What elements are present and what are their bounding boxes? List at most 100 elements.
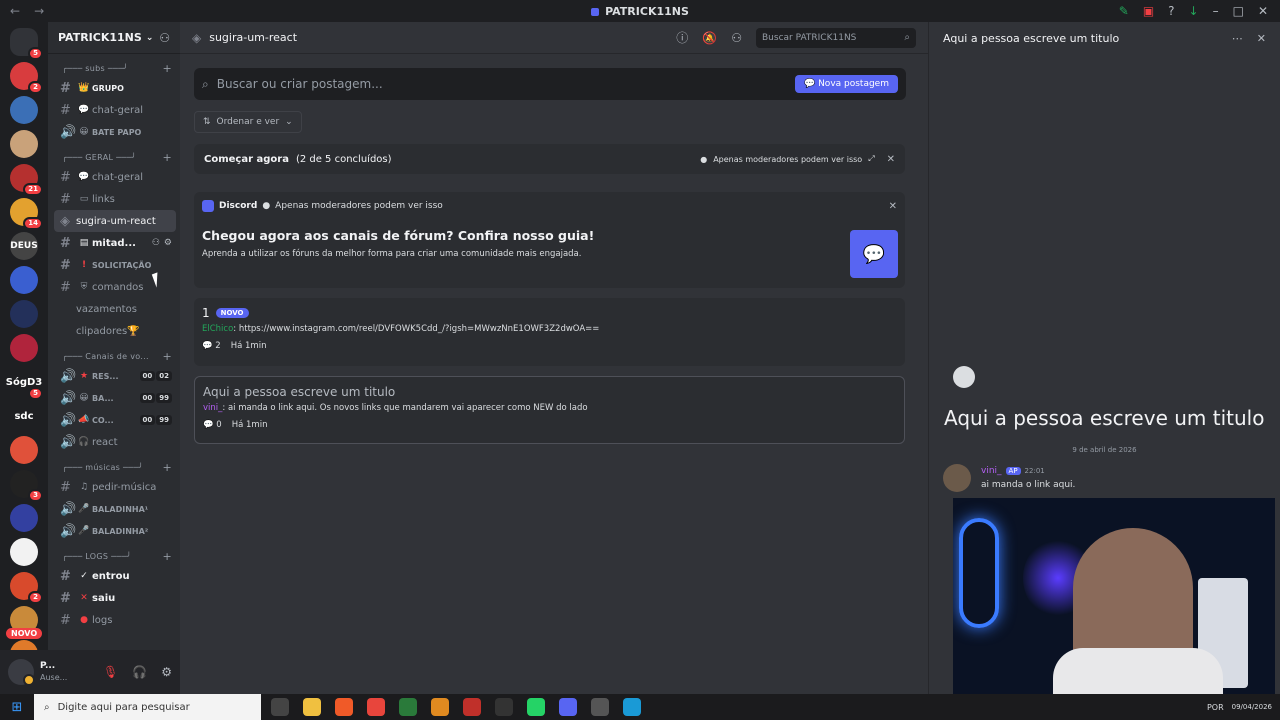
- settings-icon[interactable]: [591, 698, 609, 716]
- channel-entrou[interactable]: # ✓ entrou: [54, 565, 176, 587]
- plus-icon[interactable]: +: [162, 151, 172, 164]
- server-icon[interactable]: 14: [10, 198, 43, 230]
- channel-mitad[interactable]: # ▤ mitad... ⚇ ⚙: [54, 232, 176, 254]
- voice-baladinha-2[interactable]: 🔊 🎤 BALADINHA²: [54, 520, 176, 542]
- close-icon[interactable]: ✕: [889, 201, 897, 212]
- server-icon[interactable]: [10, 504, 38, 532]
- forward-icon[interactable]: →: [34, 4, 44, 18]
- maximize-icon[interactable]: □: [1233, 4, 1244, 18]
- windows-start-icon[interactable]: ⊞: [0, 700, 34, 715]
- clock[interactable]: 09/04/2026: [1232, 702, 1272, 712]
- gear-icon[interactable]: ⚙: [164, 238, 172, 248]
- help-icon[interactable]: ?: [1168, 4, 1174, 18]
- post-card[interactable]: 1 NOVO ElChico: https://www.instagram.com…: [194, 298, 905, 366]
- close-icon[interactable]: ✕: [887, 154, 895, 165]
- channel-chat-geral-2[interactable]: # 💬 chat-geral: [54, 166, 176, 188]
- server-icon[interactable]: sdc: [10, 402, 38, 430]
- avatar[interactable]: [943, 464, 971, 492]
- settings-icon[interactable]: ⚙: [161, 665, 172, 679]
- back-icon[interactable]: ←: [10, 4, 20, 18]
- folder-icon[interactable]: [303, 698, 321, 716]
- channel-grupo[interactable]: # 👑 GRUPO: [54, 77, 176, 99]
- author-name[interactable]: vini_: [981, 466, 1002, 476]
- category-logs[interactable]: ╭─── LOGS ───╯ +: [48, 547, 180, 565]
- server-icon[interactable]: [10, 266, 38, 294]
- more-icon[interactable]: ⋯: [1232, 32, 1243, 45]
- minimize-icon[interactable]: –: [1213, 4, 1219, 18]
- post-card[interactable]: Aqui a pessoa escreve um titulo vini_: a…: [194, 376, 905, 444]
- user-names[interactable]: P... Ause...: [40, 660, 67, 684]
- category-musicas[interactable]: ╭─── músicas ───╯ +: [48, 458, 180, 476]
- channel-sugira-um-react[interactable]: ◈ sugira-um-react: [54, 210, 176, 232]
- deafen-icon[interactable]: 🎧: [132, 665, 147, 679]
- server-icon[interactable]: 3: [10, 470, 43, 502]
- add-user-icon[interactable]: ⚇: [159, 31, 170, 45]
- voice-bate-papo[interactable]: 🔊 😀 BATE PAPO: [54, 121, 176, 143]
- chrome-icon[interactable]: [367, 698, 385, 716]
- close-window-icon[interactable]: ✕: [1258, 4, 1268, 18]
- inbox-icon[interactable]: ▣: [1143, 4, 1154, 18]
- brave-icon[interactable]: [335, 698, 353, 716]
- info-icon[interactable]: ⓘ: [676, 29, 688, 46]
- edge-icon[interactable]: [623, 698, 641, 716]
- server-icon[interactable]: [10, 538, 38, 566]
- task-view-icon[interactable]: [271, 698, 289, 716]
- forum-search-input[interactable]: ⌕ Buscar ou criar postagem... 💬 Nova pos…: [194, 68, 906, 100]
- server-icon[interactable]: SógD3 5: [6, 368, 43, 400]
- server-icon[interactable]: DEUS: [10, 232, 38, 260]
- server-icon[interactable]: 2: [10, 572, 43, 604]
- add-member-icon[interactable]: ⚇: [152, 238, 160, 248]
- voice-baladinha-1[interactable]: 🔊 🎤 BALADINHA¹: [54, 498, 176, 520]
- close-icon[interactable]: ✕: [1257, 32, 1266, 45]
- server-search[interactable]: Buscar PATRICK11NS ⌕: [756, 27, 916, 48]
- notification-mute-icon[interactable]: 🔕: [702, 31, 717, 45]
- server-icon[interactable]: [10, 300, 38, 328]
- app-icon[interactable]: [399, 698, 417, 716]
- channel-logs[interactable]: # ● logs: [54, 609, 176, 631]
- voice-res[interactable]: 🔊 ★ RES... 00 02: [54, 365, 176, 387]
- hash-icon: #: [60, 169, 71, 185]
- voice-react[interactable]: 🔊 🎧 react: [54, 431, 176, 453]
- expand-icon[interactable]: ⤢: [868, 154, 874, 164]
- getting-started-card[interactable]: Começar agora (2 de 5 concluídos) ● Apena…: [194, 144, 905, 174]
- voice-ba[interactable]: 🔊 😀 BA... 00 99: [54, 387, 176, 409]
- plus-icon[interactable]: +: [162, 350, 172, 363]
- voice-co[interactable]: 🔊 📣 CO... 00 99: [54, 409, 176, 431]
- server-icon[interactable]: 2: [10, 62, 43, 94]
- taskbar-search[interactable]: ⌕ Digite aqui para pesquisar: [34, 694, 261, 720]
- chevron-down-icon: ⌄: [285, 117, 293, 127]
- guide-title[interactable]: Chegou agora aos canais de fórum? Confir…: [202, 228, 897, 243]
- members-icon[interactable]: ⚇: [731, 31, 742, 45]
- channel-chat-geral[interactable]: # 💬 chat-geral: [54, 99, 176, 121]
- channel-clipadores[interactable]: clipadores🏆: [54, 320, 176, 342]
- discord-icon[interactable]: [559, 698, 577, 716]
- plus-icon[interactable]: +: [162, 550, 172, 563]
- plus-icon[interactable]: +: [162, 461, 172, 474]
- window-title: PATRICK11NS: [0, 5, 1280, 18]
- channel-pedir-musica[interactable]: # ♫ pedir-música: [54, 476, 176, 498]
- server-icon[interactable]: [10, 436, 38, 464]
- channel-links[interactable]: # ▭ links: [54, 188, 176, 210]
- server-icon[interactable]: [10, 96, 38, 124]
- app-icon[interactable]: [495, 698, 513, 716]
- category-subs[interactable]: ╭─── subs ───╯ +: [48, 59, 180, 77]
- avatar[interactable]: [8, 659, 35, 686]
- channel-saiu[interactable]: # ✕ saiu: [54, 587, 176, 609]
- new-post-button[interactable]: 💬 Nova postagem: [795, 75, 898, 93]
- server-icon[interactable]: 21: [10, 164, 43, 196]
- whatsapp-icon[interactable]: [527, 698, 545, 716]
- channel-vazamentos[interactable]: vazamentos: [54, 298, 176, 320]
- home-server-icon[interactable]: 5: [10, 28, 43, 60]
- server-icon[interactable]: [10, 130, 38, 158]
- guild-header[interactable]: PATRICK11NS ⌄ ⚇: [48, 22, 180, 54]
- plus-icon[interactable]: +: [162, 62, 172, 75]
- category-voice[interactable]: ╭─── Canais de vo... +: [48, 347, 180, 365]
- server-icon[interactable]: [10, 334, 38, 362]
- download-icon[interactable]: ↓: [1189, 4, 1199, 18]
- category-geral[interactable]: ╭─── GERAL ───╯ +: [48, 148, 180, 166]
- app-icon[interactable]: [431, 698, 449, 716]
- app-icon[interactable]: [463, 698, 481, 716]
- sort-view-button[interactable]: ⇅ Ordenar e ver ⌄: [194, 111, 302, 133]
- nitro-icon[interactable]: ✎: [1119, 4, 1129, 18]
- mute-mic-icon[interactable]: 🎙: [103, 665, 118, 679]
